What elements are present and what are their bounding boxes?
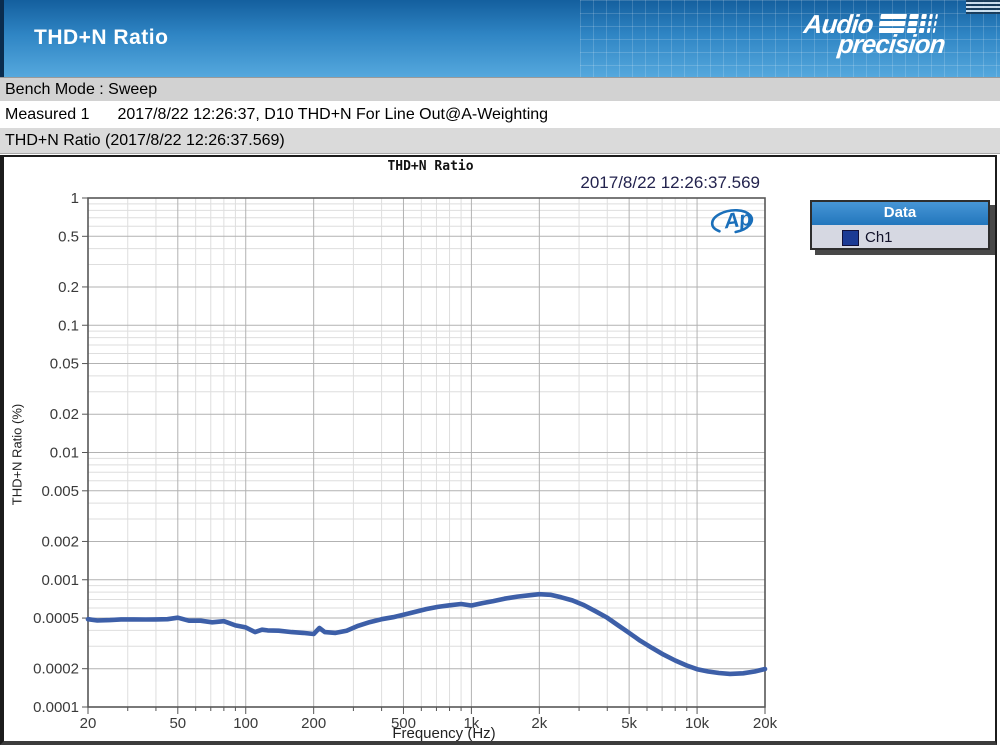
legend-label-ch1: Ch1 [865, 229, 893, 246]
ap-watermark-icon: Ap [710, 207, 754, 234]
x-tick-label: 5k [621, 715, 637, 732]
graph-title-bar: THD+N Ratio (2017/8/22 12:26:37.569) [0, 128, 1000, 154]
y-tick-label: 0.0001 [33, 699, 79, 716]
series-ch1-line [85, 591, 768, 677]
y-axis-title: THD+N Ratio (%) [9, 403, 25, 506]
x-tick-label: 20k [753, 715, 778, 732]
x-tick-label: 50 [169, 715, 186, 732]
measured-row: Measured 1 2017/8/22 12:26:37, D10 THD+N… [0, 101, 1000, 128]
legend-row-ch1[interactable]: Ch1 [812, 225, 988, 250]
y-tick-labels: 1 0.5 0.2 0.1 0.05 0.02 0.01 0.005 0.002 0.001 0.0… [33, 190, 79, 716]
y-tick-label: 1 [71, 190, 79, 207]
page-title: THD+N Ratio [34, 26, 169, 49]
measured-value: 2017/8/22 12:26:37, D10 THD+N For Line O… [117, 106, 549, 123]
y-tick-label: 0.001 [41, 572, 79, 589]
x-tick-label: 10k [685, 715, 710, 732]
title-bar: THD+N Ratio Audio precision [0, 0, 1000, 77]
y-tick-label: 0.002 [41, 533, 79, 550]
bench-mode-bar: Bench Mode : Sweep [0, 77, 1000, 101]
y-tick-label: 0.0002 [33, 661, 79, 678]
ap-watermark-text: Ap [722, 207, 754, 234]
legend-header: Data [812, 202, 988, 225]
logo-word-precision: precision [836, 29, 947, 59]
y-tick-label: 0.005 [41, 483, 79, 500]
page: THD+N Ratio Audio precision Bench Mode :… [0, 0, 1000, 750]
y-tick-label: 0.1 [58, 317, 79, 334]
chart-panel: THD+N Ratio 2017/8/22 12:26:37.569 20 50 1… [0, 155, 997, 745]
y-tick-label: 0.05 [50, 356, 79, 373]
x-axis-title: Frequency (Hz) [392, 725, 496, 742]
corner-stripes-decoration [966, 0, 1000, 14]
y-tick-label: 0.0005 [33, 610, 79, 627]
legend-swatch-ch1 [842, 229, 859, 246]
y-tick-label: 0.2 [58, 279, 79, 296]
y-tick-label: 0.01 [50, 445, 79, 462]
y-tick-label: 0.02 [50, 406, 79, 423]
x-tick-label: 20 [80, 715, 97, 732]
legend-box: Data Ch1 [810, 200, 990, 250]
measured-label: Measured 1 [5, 106, 90, 123]
audio-precision-logo: Audio precision [803, 9, 947, 61]
y-tick-label: 0.5 [58, 228, 79, 245]
x-tick-label: 100 [233, 715, 258, 732]
